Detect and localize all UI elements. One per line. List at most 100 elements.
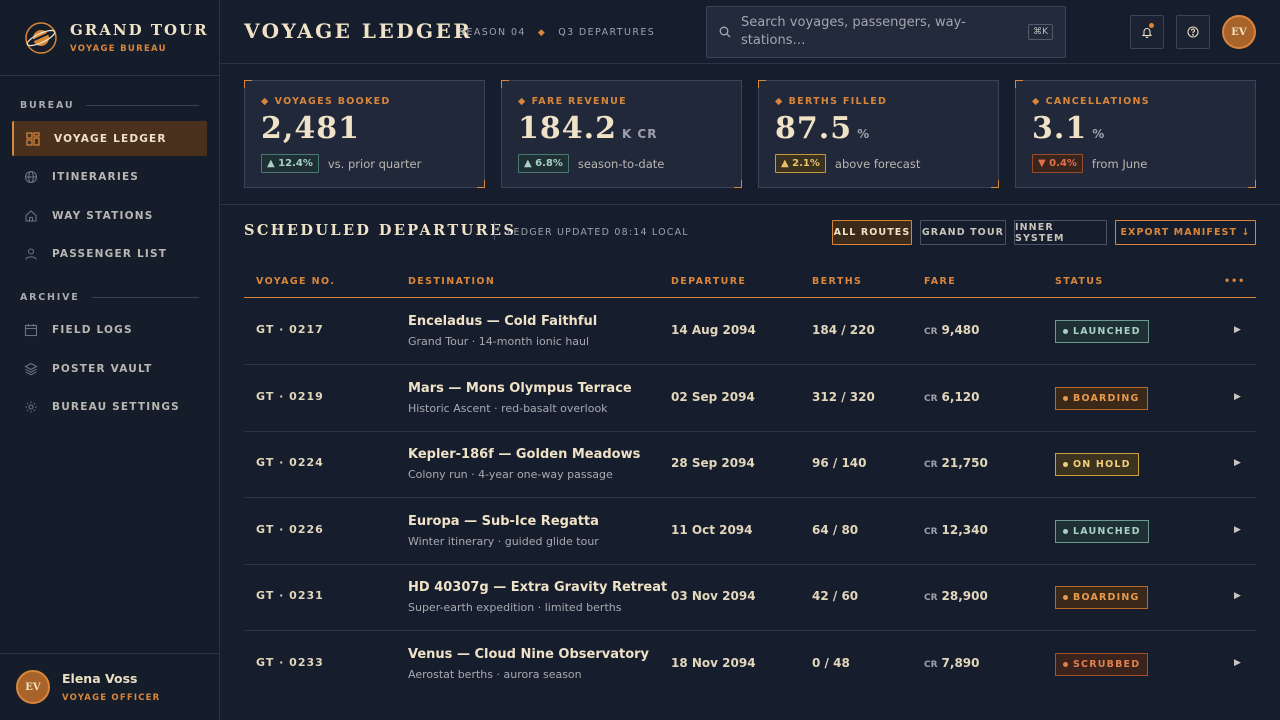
table-row[interactable]: GT · 0217 Enceladus — Cold Faithful Gran… bbox=[244, 298, 1256, 365]
fare-amount: 7,890 bbox=[941, 656, 980, 670]
sidebar-item-poster-vault[interactable]: POSTER VAULT bbox=[12, 351, 207, 386]
sidebar-item-field-logs[interactable]: FIELD LOGS bbox=[12, 313, 207, 348]
voyage-number: GT · 0233 bbox=[256, 656, 324, 669]
stat-note: season-to-date bbox=[577, 156, 665, 171]
table-row[interactable]: GT · 0224 Kepler-186f — Golden Meadows C… bbox=[244, 431, 1256, 498]
destination: Enceladus — Cold Faithful bbox=[408, 314, 598, 329]
crumb-departures[interactable]: Q3 DEPARTURES bbox=[558, 27, 655, 38]
play-icon[interactable]: ▶ bbox=[1234, 458, 1241, 468]
more-options-icon[interactable]: ••• bbox=[1224, 276, 1245, 287]
sidebar-item-bureau-settings[interactable]: BUREAU SETTINGS bbox=[12, 390, 207, 425]
status-dot-icon bbox=[1063, 329, 1068, 334]
play-icon[interactable]: ▶ bbox=[1234, 325, 1241, 335]
stat-card-cancellations: ◆ CANCELLATIONS 3.1% ▼ 0.4% from June bbox=[1015, 80, 1256, 188]
sidebar-item-passenger-list[interactable]: PASSENGER LIST bbox=[12, 237, 207, 272]
grid-icon bbox=[26, 131, 40, 146]
stat-unit: % bbox=[1092, 127, 1106, 141]
status-dot-icon bbox=[1063, 462, 1068, 467]
destination-subtitle: Colony run · 4-year one-way passage bbox=[408, 468, 613, 481]
crumb-season[interactable]: SEASON 04 bbox=[459, 27, 526, 38]
col-berths[interactable]: BERTHS bbox=[812, 276, 862, 287]
filter-grand-tour[interactable]: GRAND TOUR bbox=[920, 220, 1006, 245]
col-departure[interactable]: DEPARTURE bbox=[671, 276, 746, 287]
shortcut-hint: ⌘K bbox=[1028, 24, 1053, 40]
play-icon[interactable]: ▶ bbox=[1234, 525, 1241, 535]
brand[interactable]: GRAND TOUR VOYAGE BUREAU bbox=[0, 0, 219, 76]
diamond-icon: ◆ bbox=[518, 96, 527, 107]
sidebar-item-voyage-ledger[interactable]: VOYAGE LEDGER bbox=[12, 121, 207, 156]
sidebar-item-itineraries[interactable]: ITINERARIES bbox=[12, 160, 207, 195]
fare: CR 9,480 bbox=[924, 323, 980, 337]
departure-date: 11 Oct 2094 bbox=[671, 523, 753, 537]
destination: HD 40307g — Extra Gravity Retreat bbox=[408, 580, 668, 595]
sidebar: GRAND TOUR VOYAGE BUREAU BUREAU VOYAGE L… bbox=[0, 0, 220, 720]
voyage-number: GT · 0226 bbox=[256, 523, 324, 536]
brand-title: GRAND TOUR bbox=[70, 21, 209, 39]
stat-value: 2,481 bbox=[261, 111, 360, 146]
notification-dot bbox=[1149, 23, 1154, 28]
stat-value: 184.2 bbox=[518, 111, 617, 146]
user-profile[interactable]: EV Elena Voss VOYAGE OFFICER bbox=[0, 653, 219, 720]
stat-value: 87.5 bbox=[775, 111, 853, 146]
table-row[interactable]: GT · 0231 HD 40307g — Extra Gravity Retr… bbox=[244, 564, 1256, 631]
table-row[interactable]: GT · 0233 Venus — Cloud Nine Observatory… bbox=[244, 631, 1256, 698]
col-voyage-no[interactable]: VOYAGE NO. bbox=[256, 276, 335, 287]
diamond-separator-icon: ◆ bbox=[537, 27, 547, 38]
col-status[interactable]: STATUS bbox=[1055, 276, 1104, 287]
voyage-number: GT · 0224 bbox=[256, 456, 324, 469]
fare-amount: 9,480 bbox=[941, 323, 980, 337]
col-destination[interactable]: DESTINATION bbox=[408, 276, 495, 287]
status-dot-icon bbox=[1063, 529, 1068, 534]
status-text: LAUNCHED bbox=[1073, 526, 1141, 537]
sidebar-item-label: ITINERARIES bbox=[52, 171, 140, 184]
fare: CR 21,750 bbox=[924, 456, 988, 470]
breadcrumb: SEASON 04 ◆ Q3 DEPARTURES bbox=[459, 27, 655, 38]
play-icon[interactable]: ▶ bbox=[1234, 392, 1241, 402]
departure-date: 14 Aug 2094 bbox=[671, 323, 756, 337]
status-badge: LAUNCHED bbox=[1055, 320, 1149, 343]
departure-date: 28 Sep 2094 bbox=[671, 456, 755, 470]
table-row[interactable]: GT · 0226 Europa — Sub-Ice Regatta Winte… bbox=[244, 498, 1256, 565]
user-role: VOYAGE OFFICER bbox=[62, 693, 161, 703]
play-icon[interactable]: ▶ bbox=[1234, 591, 1241, 601]
globe-icon bbox=[24, 170, 38, 184]
stat-unit: K CR bbox=[621, 127, 658, 141]
section-divider bbox=[220, 204, 1280, 205]
brand-subtitle: VOYAGE BUREAU bbox=[70, 44, 167, 54]
stat-label: BERTHS FILLED bbox=[788, 96, 888, 107]
last-updated: LEDGER UPDATED 08:14 LOCAL bbox=[494, 222, 689, 240]
stat-unit: % bbox=[857, 127, 871, 141]
calendar-icon bbox=[24, 323, 38, 337]
sidebar-item-label: FIELD LOGS bbox=[52, 324, 133, 337]
destination: Europa — Sub-Ice Regatta bbox=[408, 514, 599, 529]
search-placeholder: Search voyages, passengers, way-stations… bbox=[741, 15, 966, 48]
stat-delta: ▲ 12.4% bbox=[261, 154, 319, 173]
stat-note: above forecast bbox=[834, 156, 921, 171]
diamond-icon: ◆ bbox=[261, 96, 270, 107]
home-icon bbox=[24, 209, 38, 223]
status-badge: BOARDING bbox=[1055, 586, 1148, 609]
header-avatar[interactable]: EV bbox=[1222, 15, 1256, 49]
voyage-number: GT · 0217 bbox=[256, 323, 324, 336]
col-fare[interactable]: FARE bbox=[924, 276, 956, 287]
destination-subtitle: Super-earth expedition · limited berths bbox=[408, 601, 622, 614]
sidebar-item-way-stations[interactable]: WAY STATIONS bbox=[12, 198, 207, 233]
fare-amount: 28,900 bbox=[941, 589, 988, 603]
diamond-icon: ◆ bbox=[1032, 96, 1041, 107]
notifications-button[interactable] bbox=[1130, 15, 1164, 49]
status-badge: ON HOLD bbox=[1055, 453, 1139, 476]
help-button[interactable] bbox=[1176, 15, 1210, 49]
stat-delta: ▼ 0.4% bbox=[1032, 154, 1083, 173]
filter-all-routes[interactable]: ALL ROUTES bbox=[832, 220, 912, 245]
planet-logo-icon bbox=[25, 21, 57, 54]
fare-amount: 12,340 bbox=[941, 523, 988, 537]
search-input[interactable]: Search voyages, passengers, way-stations… bbox=[706, 6, 1066, 58]
user-name: Elena Voss bbox=[62, 671, 138, 686]
play-icon[interactable]: ▶ bbox=[1234, 658, 1241, 668]
destination: Mars — Mons Olympus Terrace bbox=[408, 381, 632, 396]
export-manifest-button[interactable]: EXPORT MANIFEST ↓ bbox=[1115, 220, 1256, 245]
sidebar-item-label: PASSENGER LIST bbox=[52, 248, 168, 261]
table-row[interactable]: GT · 0219 Mars — Mons Olympus Terrace Hi… bbox=[244, 365, 1256, 432]
filter-inner-system[interactable]: INNER SYSTEM bbox=[1014, 220, 1107, 245]
section-title: SCHEDULED DEPARTURES bbox=[244, 222, 517, 239]
